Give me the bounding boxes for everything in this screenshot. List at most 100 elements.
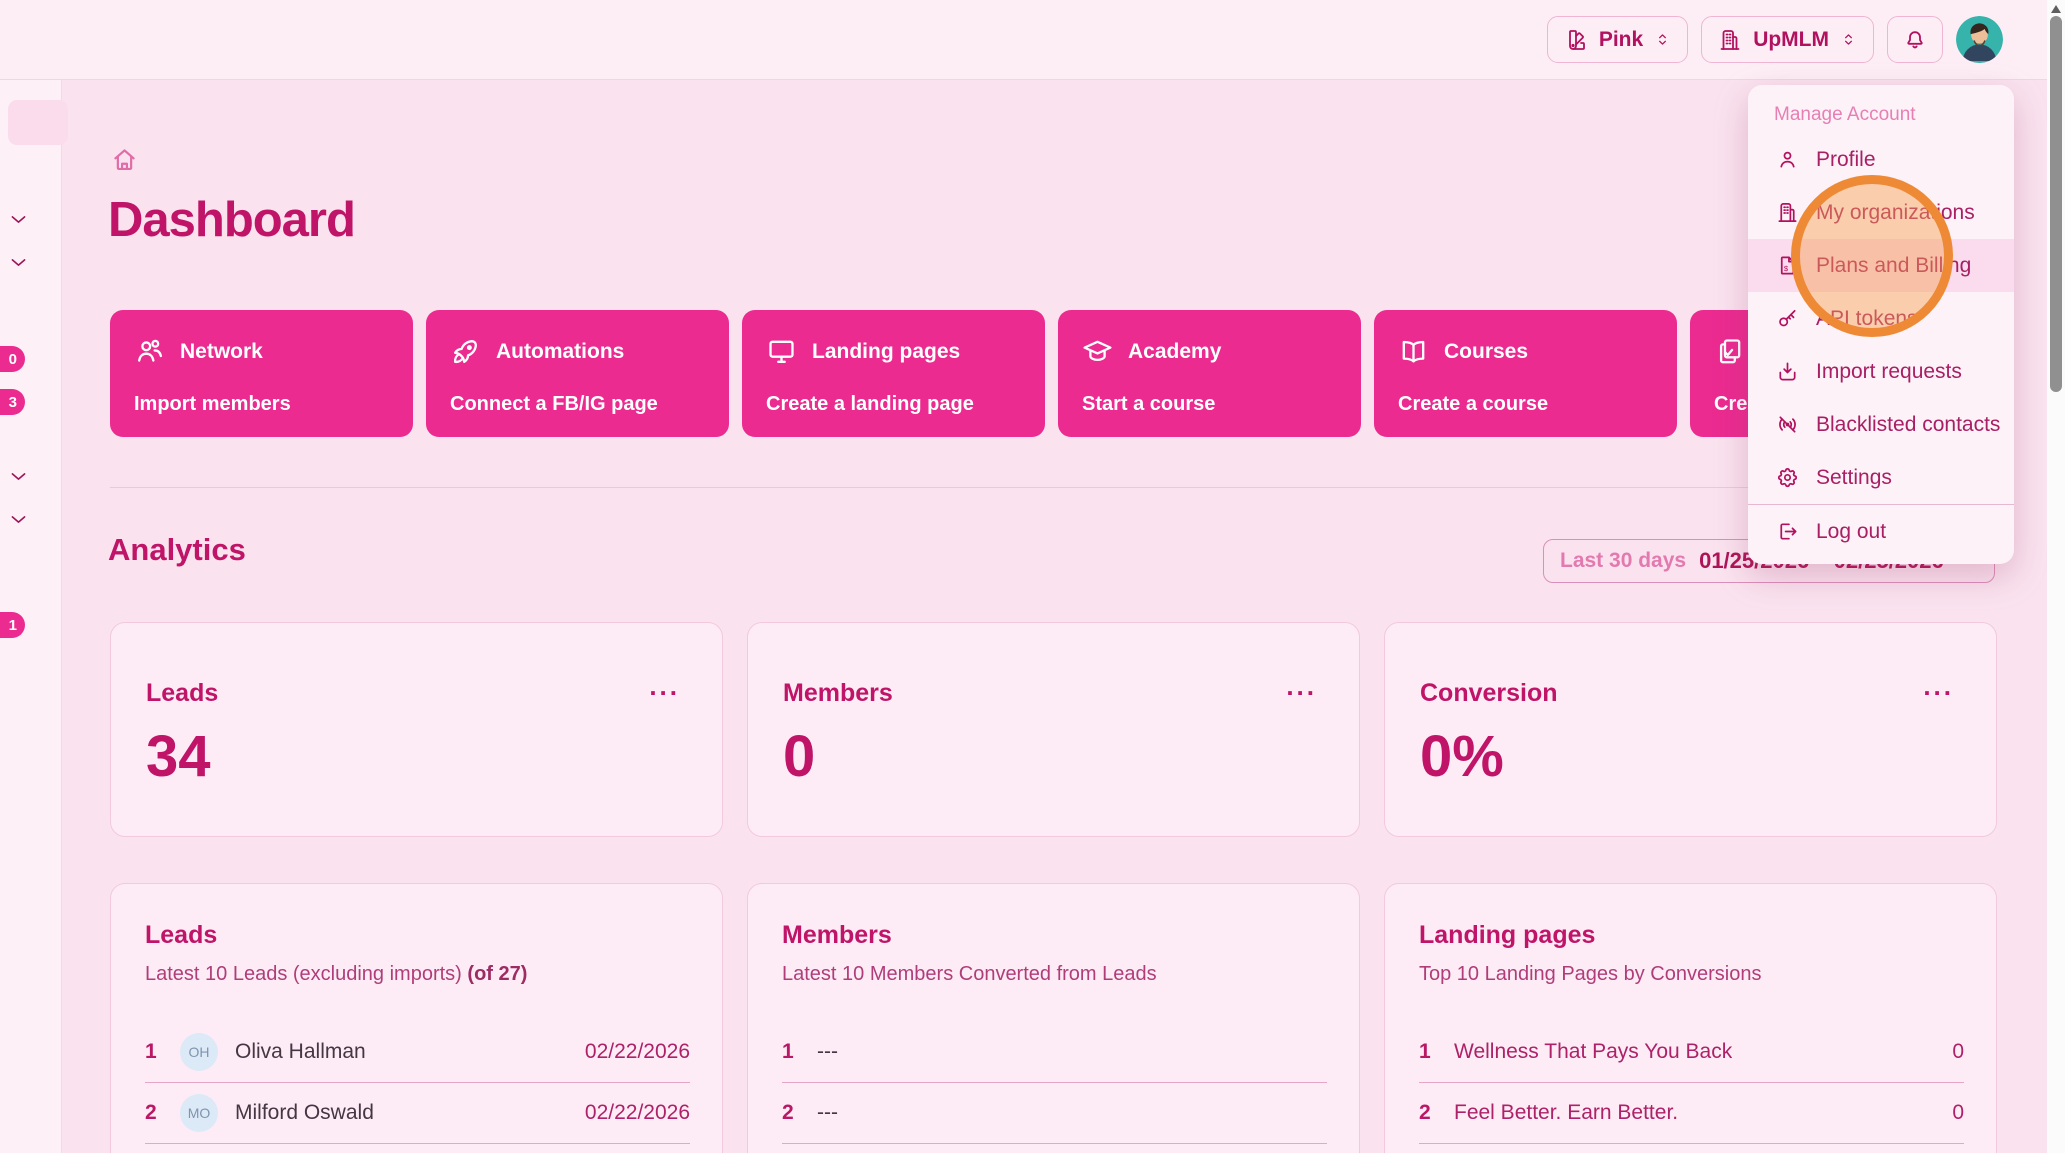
svg-text:$: $ bbox=[1784, 264, 1789, 273]
chevron-down-icon[interactable] bbox=[8, 509, 29, 530]
organization-selector-label: UpMLM bbox=[1753, 27, 1829, 51]
quick-action-automations[interactable]: Automations Connect a FB/IG page bbox=[426, 310, 729, 437]
quick-action-academy[interactable]: Academy Start a course bbox=[1058, 310, 1361, 437]
lead-date: 02/22/2026 bbox=[584, 1040, 690, 1063]
chevron-down-icon[interactable] bbox=[8, 466, 29, 487]
sidebar: 0 3 1 bbox=[0, 80, 68, 1153]
member-row: 1 --- bbox=[782, 1022, 1327, 1083]
menu-item-blacklisted-contacts[interactable]: Blacklisted contacts bbox=[1748, 398, 2014, 451]
conversions-value: 0 bbox=[1952, 1101, 1964, 1124]
sidebar-active-item[interactable] bbox=[8, 100, 68, 145]
user-avatar[interactable] bbox=[1956, 16, 2003, 63]
quick-action-network[interactable]: Network Import members bbox=[110, 310, 413, 437]
conversions-value: 0 bbox=[1952, 1040, 1964, 1063]
list-cards-row: Leads Latest 10 Leads (excluding imports… bbox=[110, 883, 1997, 1153]
list-title: Members bbox=[782, 921, 892, 949]
row-rank: 2 bbox=[145, 1101, 157, 1124]
invoice-icon: $ bbox=[1780, 256, 1795, 275]
menu-item-log-out[interactable]: Log out bbox=[1748, 505, 2014, 558]
theme-selector-label: Pink bbox=[1598, 27, 1644, 51]
home-icon[interactable] bbox=[110, 145, 139, 174]
stat-card-members: Members ... 0 bbox=[747, 622, 1360, 837]
quick-action-landing-pages[interactable]: Landing pages Create a landing page bbox=[742, 310, 1045, 437]
quick-actions-row: Network Import members Automations Conne… bbox=[110, 310, 1993, 437]
menu-item-import-requests[interactable]: Import requests bbox=[1748, 345, 2014, 398]
theme-selector-button[interactable]: Pink bbox=[1546, 16, 1689, 63]
date-range-preset: Last 30 days bbox=[1560, 549, 1687, 572]
user-icon bbox=[1780, 151, 1795, 168]
broadcast-off-icon bbox=[1779, 416, 1796, 433]
list-subtitle: Top 10 Landing Pages by Conversions bbox=[1419, 963, 1762, 985]
card-options-button[interactable]: ... bbox=[1286, 671, 1317, 702]
quick-action-label: Import members bbox=[134, 393, 291, 415]
sidebar-count-badge: 0 bbox=[0, 346, 25, 372]
list-title: Leads bbox=[145, 921, 218, 949]
member-name: --- bbox=[817, 1101, 838, 1124]
list-subtitle-count: (of 27) bbox=[467, 963, 528, 985]
quick-action-label: Start a course bbox=[1082, 393, 1216, 415]
page-title: Dashboard bbox=[108, 193, 356, 247]
landing-pages-list-card: Landing pages Top 10 Landing Pages by Co… bbox=[1384, 883, 1997, 1153]
menu-item-profile[interactable]: Profile bbox=[1748, 133, 2014, 186]
leads-list-card: Leads Latest 10 Leads (excluding imports… bbox=[110, 883, 723, 1153]
stat-value: 0% bbox=[1420, 724, 1504, 789]
quick-action-title: Courses bbox=[1444, 339, 1529, 363]
scrollbar-thumb[interactable] bbox=[2050, 16, 2062, 392]
vertical-scrollbar[interactable] bbox=[2047, 0, 2065, 1153]
sidebar-count-badge: 1 bbox=[0, 612, 25, 638]
quick-action-label: Create a course bbox=[1398, 393, 1549, 415]
stat-value: 0 bbox=[783, 724, 816, 789]
analytics-heading: Analytics bbox=[108, 532, 246, 567]
landing-page-row[interactable]: 2 Feel Better. Earn Better. 0 bbox=[1419, 1083, 1964, 1144]
stat-card-conversion: Conversion ... 0% bbox=[1384, 622, 1997, 837]
chevron-down-icon[interactable] bbox=[8, 252, 29, 273]
menu-item-settings[interactable]: Settings bbox=[1748, 451, 2014, 504]
row-rank: 1 bbox=[782, 1040, 794, 1063]
account-menu-header: Manage Account bbox=[1774, 104, 1916, 125]
lead-name: Milford Oswald bbox=[235, 1101, 374, 1124]
book-icon bbox=[1402, 340, 1425, 363]
member-name: --- bbox=[817, 1040, 838, 1063]
lead-row[interactable]: 2 MO Milford Oswald 02/22/2026 bbox=[145, 1083, 690, 1144]
row-rank: 2 bbox=[1419, 1101, 1431, 1124]
stat-card-leads: Leads ... 34 bbox=[110, 622, 723, 837]
initials-avatar: MO bbox=[180, 1094, 218, 1132]
lead-row[interactable]: 1 OH Oliva Hallman 02/22/2026 bbox=[145, 1022, 690, 1083]
section-divider bbox=[110, 487, 2010, 488]
stat-title: Leads bbox=[146, 679, 219, 707]
landing-page-row[interactable]: 1 Wellness That Pays You Back 0 bbox=[1419, 1022, 1964, 1083]
card-options-button[interactable]: ... bbox=[1923, 671, 1954, 702]
organization-selector-button[interactable]: UpMLM bbox=[1701, 16, 1874, 63]
stat-cards-row: Leads ... 34 Members ... 0 Conversion ..… bbox=[110, 622, 1997, 837]
menu-item-api-tokens[interactable]: API tokens bbox=[1748, 292, 2014, 345]
notifications-button[interactable] bbox=[1887, 16, 1943, 63]
palette-icon bbox=[1568, 29, 1585, 50]
clipboard-check-icon bbox=[1719, 339, 1741, 364]
key-icon bbox=[1779, 309, 1796, 327]
menu-item-plans-and-billing[interactable]: $ Plans and Billing bbox=[1748, 239, 2014, 292]
row-rank: 1 bbox=[145, 1040, 157, 1063]
gear-icon bbox=[1777, 468, 1798, 488]
people-icon bbox=[138, 339, 163, 362]
list-subtitle: Latest 10 Members Converted from Leads bbox=[782, 963, 1157, 985]
quick-action-courses[interactable]: Courses Create a course bbox=[1374, 310, 1677, 437]
import-icon bbox=[1779, 362, 1796, 381]
dashboard-screen: Pink UpMLM 0 3 1 Dashboard Network Impor… bbox=[0, 0, 2065, 1153]
monitor-icon bbox=[769, 340, 794, 363]
menu-item-my-organizations[interactable]: My organizations bbox=[1748, 186, 2014, 239]
quick-action-title: Landing pages bbox=[812, 339, 961, 363]
scroll-up-arrow[interactable] bbox=[2051, 5, 2061, 13]
sidebar-count-badge: 3 bbox=[0, 389, 25, 415]
unfold-icon bbox=[1845, 34, 1852, 45]
quick-action-label: Create a landing page bbox=[766, 393, 974, 415]
landing-page-name: Feel Better. Earn Better. bbox=[1454, 1101, 1679, 1124]
account-menu: Manage Account Profile My organizations … bbox=[1748, 85, 2014, 564]
card-options-button[interactable]: ... bbox=[649, 671, 680, 702]
chevron-down-icon[interactable] bbox=[8, 209, 29, 230]
lead-name: Oliva Hallman bbox=[235, 1040, 366, 1063]
stat-title: Conversion bbox=[1420, 679, 1558, 707]
quick-action-title: Academy bbox=[1128, 339, 1222, 363]
bell-icon bbox=[1907, 30, 1923, 48]
quick-action-title: Automations bbox=[496, 339, 625, 363]
row-rank: 2 bbox=[782, 1101, 794, 1124]
